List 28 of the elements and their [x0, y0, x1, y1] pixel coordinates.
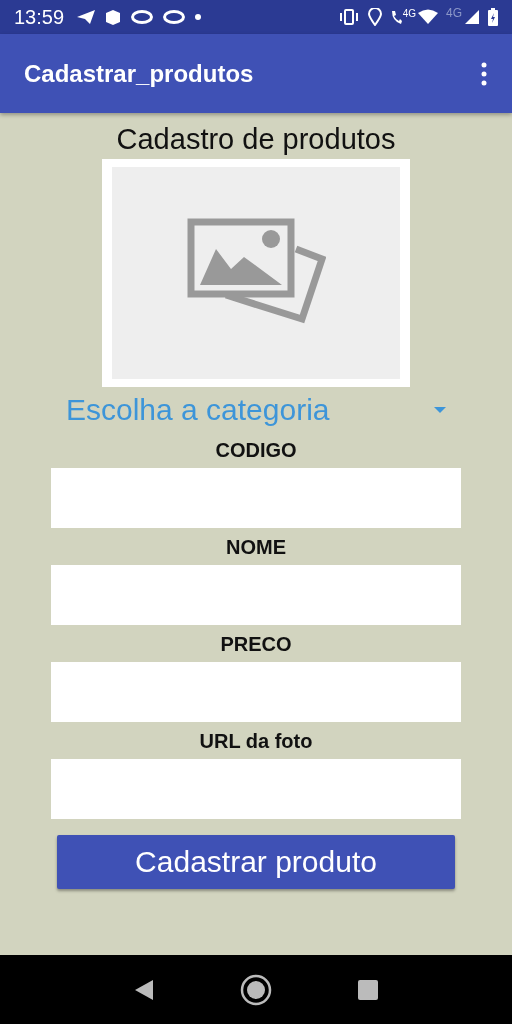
- recents-icon[interactable]: [357, 978, 380, 1001]
- network-type: 4G: [402, 7, 416, 19]
- input-field[interactable]: [51, 565, 461, 625]
- image-frame[interactable]: [102, 159, 410, 387]
- overflow-menu-icon[interactable]: [480, 61, 488, 86]
- vibrate-icon: [337, 9, 360, 25]
- app-title: Cadastrar_produtos: [24, 59, 254, 88]
- field-label: CODIGO: [215, 438, 297, 463]
- signal-icon: [464, 9, 480, 25]
- home-icon[interactable]: [240, 973, 272, 1006]
- form-heading: Cadastro de produtos: [116, 123, 396, 157]
- dropdown-caret-icon: [434, 407, 446, 413]
- input-field[interactable]: [51, 759, 461, 819]
- clock: 13:59: [14, 5, 65, 29]
- field-label: NOME: [226, 535, 286, 560]
- network-type: 4G: [446, 6, 462, 20]
- phone-icon: [389, 9, 402, 25]
- box-icon: [104, 8, 123, 26]
- send-icon: [76, 9, 97, 25]
- field-label: PRECO: [220, 632, 292, 657]
- location-icon: [367, 8, 382, 26]
- field-label: URL da foto: [199, 729, 313, 754]
- dot-icon: [194, 13, 203, 21]
- wifi-icon: [418, 9, 438, 25]
- input-field[interactable]: [51, 662, 461, 722]
- battery-icon: [488, 8, 498, 26]
- input-field[interactable]: [51, 468, 461, 528]
- submit-button[interactable]: Cadastrar produto: [57, 835, 455, 889]
